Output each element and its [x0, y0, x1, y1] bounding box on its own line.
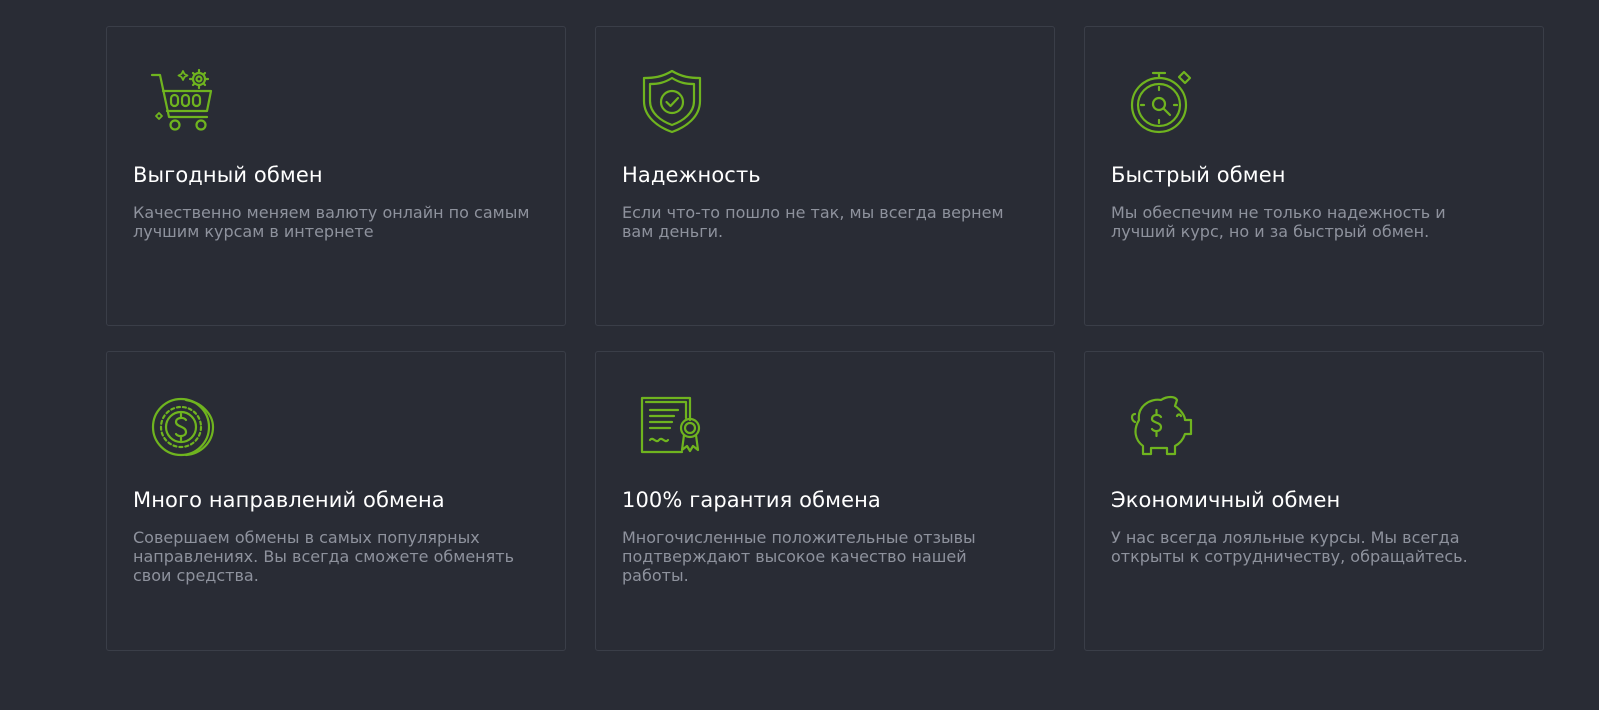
- feature-card-economical-exchange: Экономичный обмен У нас всегда лояльные …: [1084, 351, 1544, 651]
- piggy-bank-icon: [1127, 392, 1195, 460]
- dollar-coin-icon: [149, 392, 217, 460]
- feature-card-profitable-exchange: Выгодный обмен Качественно меняем валюту…: [106, 26, 566, 326]
- feature-card-guarantee: 100% гарантия обмена Многочисленные поло…: [595, 351, 1055, 651]
- features-grid: Выгодный обмен Качественно меняем валюту…: [106, 26, 1544, 651]
- certificate-icon: [638, 392, 706, 460]
- feature-title: Много направлений обмена: [133, 488, 445, 512]
- feature-description: У нас всегда лояльные курсы. Мы всегда о…: [1111, 528, 1468, 566]
- feature-card-reliability: Надежность Если что-то пошло не так, мы …: [595, 26, 1055, 326]
- stopwatch-icon: [1127, 67, 1195, 135]
- shield-check-icon: [638, 67, 706, 135]
- feature-title: Экономичный обмен: [1111, 488, 1341, 512]
- feature-description: Совершаем обмены в самых популярных напр…: [133, 528, 515, 585]
- feature-title: 100% гарантия обмена: [622, 488, 881, 512]
- feature-card-fast-exchange: Быстрый обмен Мы обеспечим не только над…: [1084, 26, 1544, 326]
- feature-description: Если что-то пошло не так, мы всегда верн…: [622, 203, 1004, 241]
- feature-card-many-directions: Много направлений обмена Совершаем обмен…: [106, 351, 566, 651]
- features-section: Выгодный обмен Качественно меняем валюту…: [0, 0, 1599, 710]
- feature-description: Мы обеспечим не только надежность и лучш…: [1111, 203, 1446, 241]
- feature-description: Многочисленные положительные отзывы подт…: [622, 528, 976, 585]
- feature-description: Качественно меняем валюту онлайн по самы…: [133, 203, 530, 241]
- feature-title: Надежность: [622, 163, 761, 187]
- shopping-cart-icon: [149, 67, 217, 135]
- feature-title: Выгодный обмен: [133, 163, 323, 187]
- feature-title: Быстрый обмен: [1111, 163, 1286, 187]
